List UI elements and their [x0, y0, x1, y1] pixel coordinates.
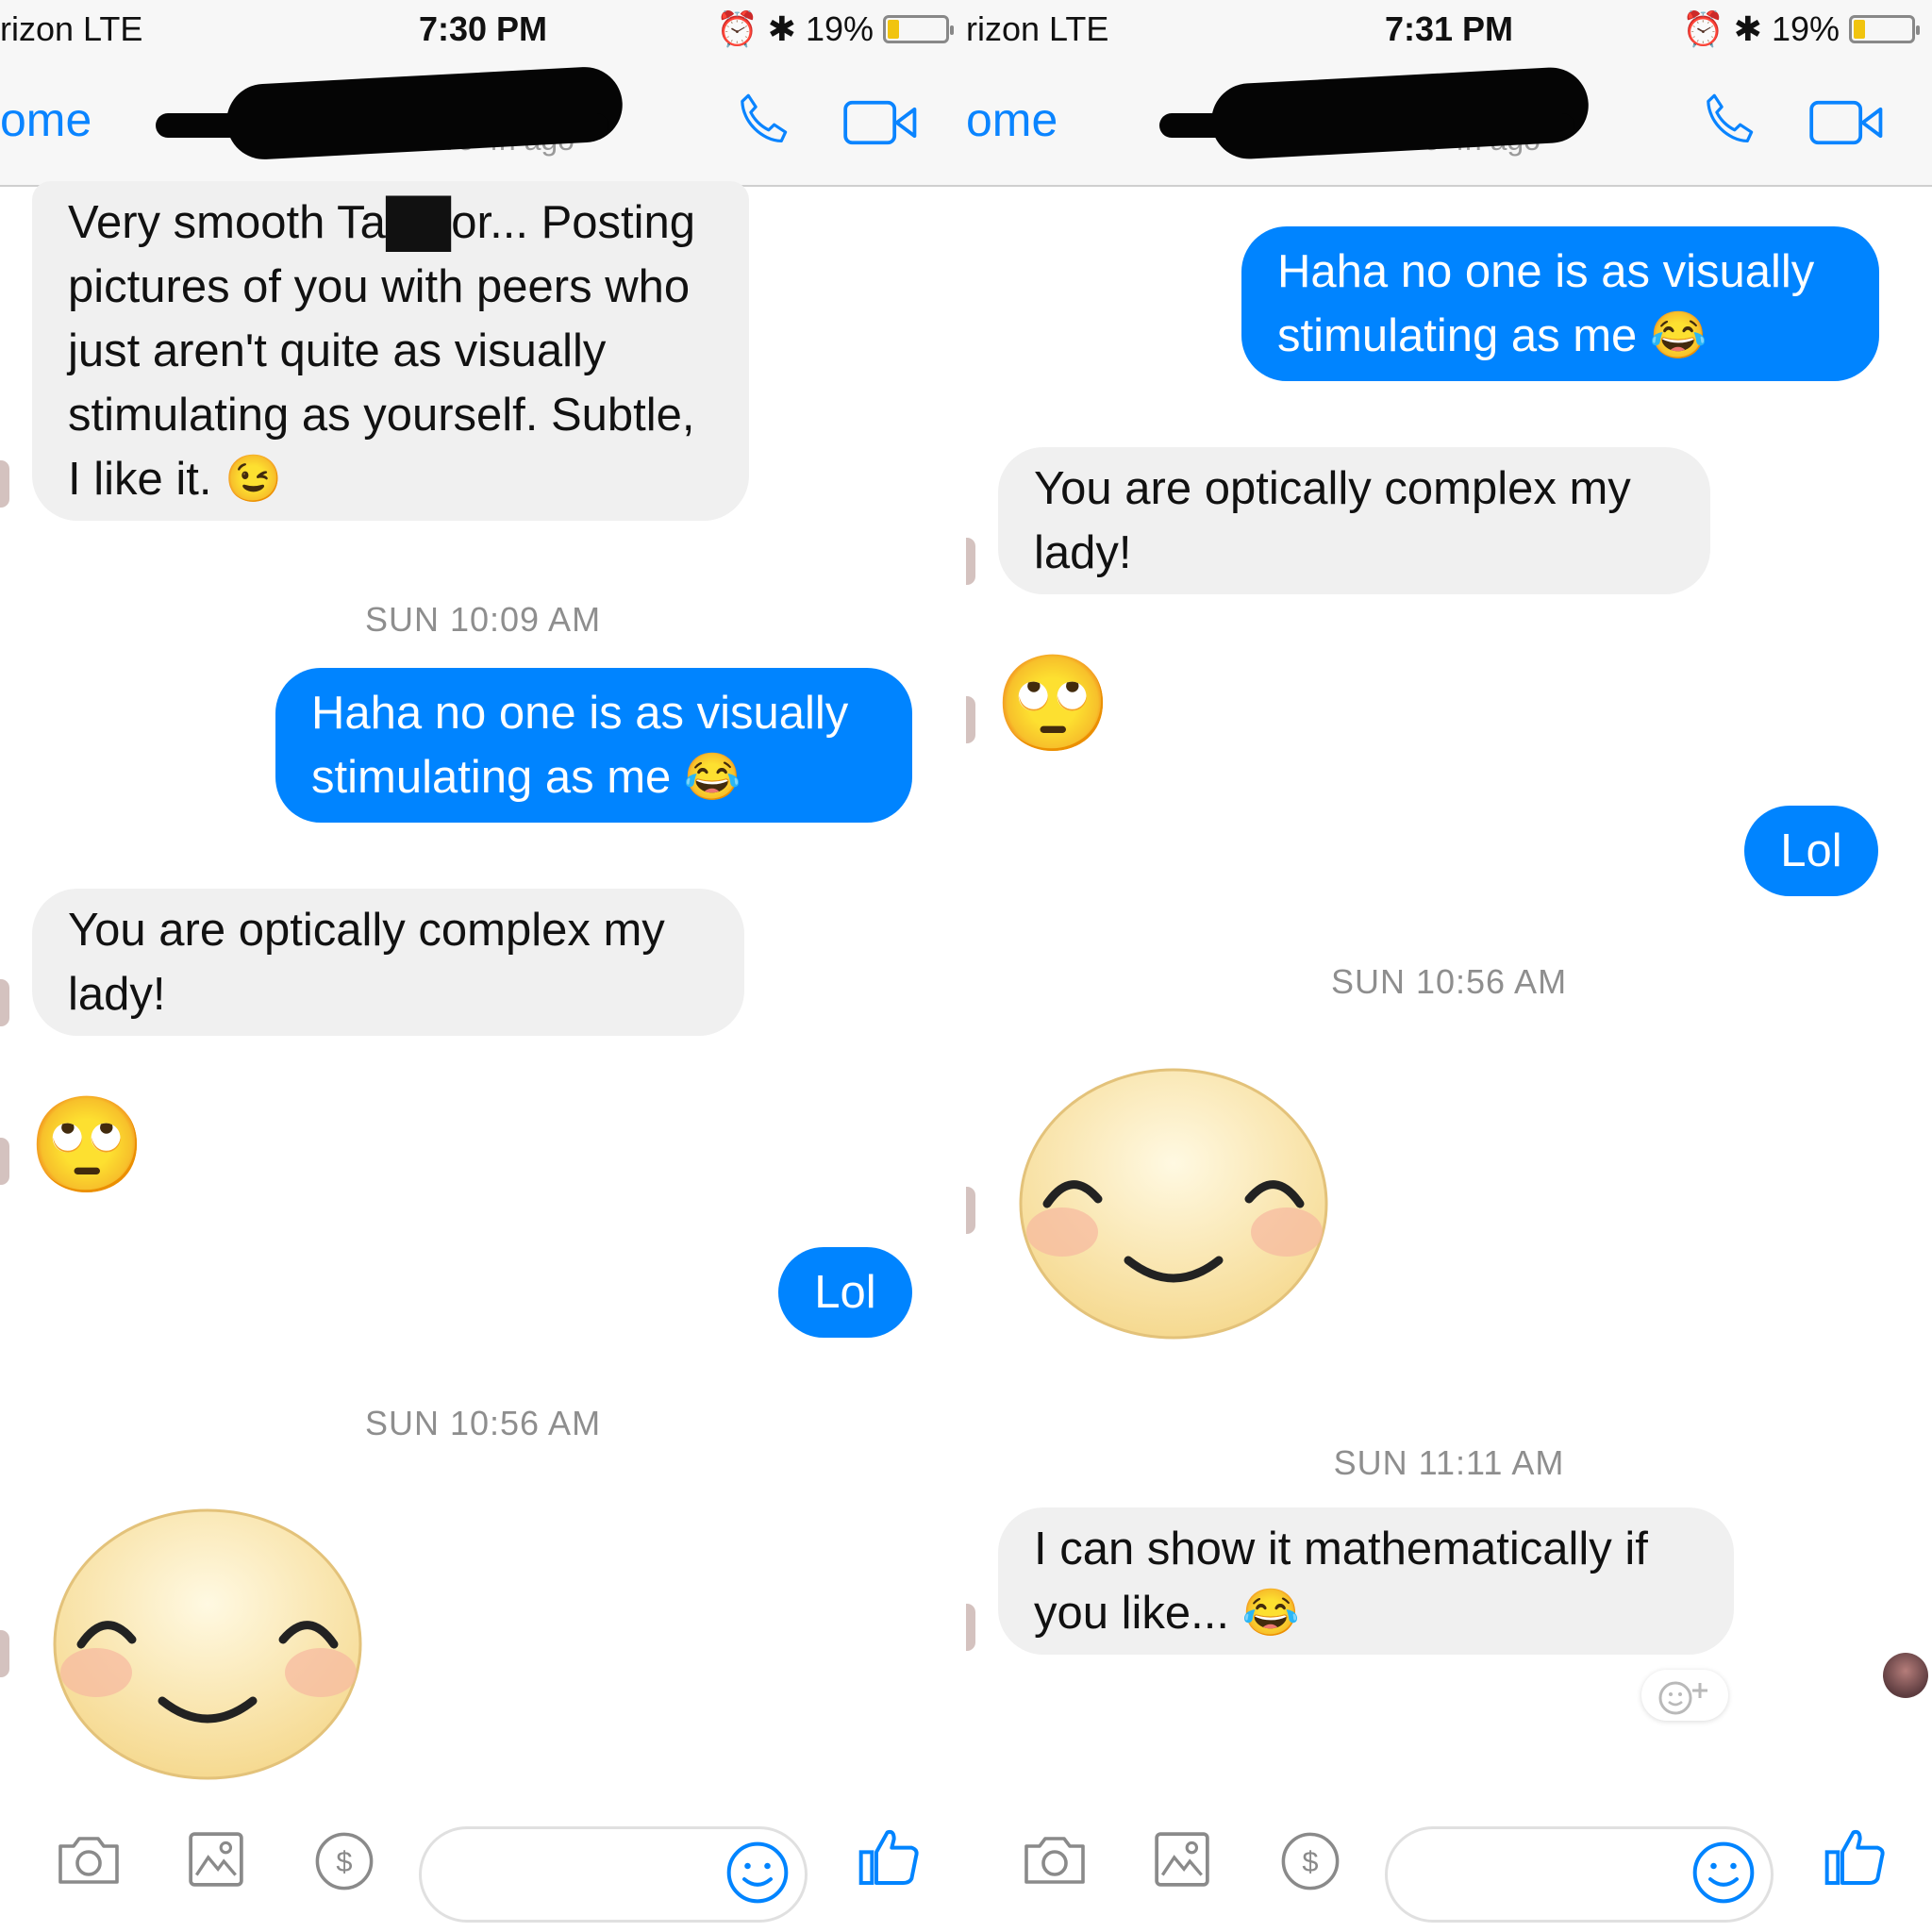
message-incoming[interactable]: Very smooth Ta██or... Posting pictures o…	[32, 181, 749, 521]
message-incoming[interactable]: I can show it mathematically if you like…	[998, 1507, 1734, 1655]
avatar	[0, 460, 9, 508]
message-outgoing[interactable]: Haha no one is as visually stimulating a…	[1241, 226, 1879, 381]
phone-call-icon[interactable]	[730, 89, 796, 155]
battery-icon	[883, 15, 954, 43]
video-call-icon[interactable]	[1807, 98, 1887, 147]
message-outgoing[interactable]: Lol	[778, 1247, 912, 1338]
avatar	[0, 1630, 9, 1677]
composer-bar: $	[966, 1781, 1932, 1932]
battery-percent: 19%	[805, 9, 874, 48]
emoji-icon[interactable]	[1690, 1840, 1757, 1906]
message-list[interactable]: Haha no one is as visually stimulating a…	[966, 187, 1932, 1781]
camera-icon[interactable]	[1021, 1830, 1089, 1889]
avatar	[966, 538, 975, 585]
composer-bar: $	[0, 1781, 966, 1932]
timestamp: SUN 10:09 AM	[364, 600, 602, 639]
avatar	[966, 1187, 975, 1234]
payment-icon[interactable]: $	[313, 1830, 375, 1892]
avatar	[966, 1604, 975, 1651]
timestamp: SUN 11:11 AM	[1333, 1443, 1565, 1482]
timestamp: SUN 10:56 AM	[364, 1404, 602, 1442]
image-icon[interactable]	[187, 1830, 245, 1889]
timestamp: SUN 10:56 AM	[1330, 962, 1568, 1001]
emoji-message[interactable]: 🙄	[28, 1089, 146, 1202]
alarm-icon: ⏰	[715, 9, 758, 48]
message-incoming[interactable]: You are optically complex my lady!	[998, 447, 1710, 594]
read-receipt-avatar	[1883, 1653, 1928, 1698]
add-reaction-button[interactable]	[1641, 1670, 1728, 1721]
status-bar: rizon LTE 7:31 PM ⏰ ✱ 19%	[966, 0, 1932, 57]
message-outgoing[interactable]: Haha no one is as visually stimulating a…	[275, 668, 912, 823]
camera-icon[interactable]	[55, 1830, 123, 1889]
video-call-icon[interactable]	[841, 98, 921, 147]
avatar	[0, 979, 9, 1026]
message-outgoing[interactable]: Lol	[1744, 806, 1878, 896]
conversation-header: ome Active 4h ago	[966, 57, 1932, 187]
battery-icon	[1849, 15, 1920, 43]
phone-call-icon[interactable]	[1696, 89, 1762, 155]
message-list[interactable]: Very smooth Ta██or... Posting pictures o…	[0, 181, 966, 1781]
blushing-sticker-icon[interactable]	[47, 1503, 368, 1786]
emoji-message[interactable]: 🙄	[994, 647, 1112, 760]
emoji-icon[interactable]	[724, 1840, 791, 1906]
svg-text:$: $	[1302, 1845, 1318, 1878]
bluetooth-icon: ✱	[1733, 9, 1762, 48]
avatar	[0, 1138, 9, 1185]
thumbs-up-icon[interactable]	[1823, 1823, 1889, 1890]
thumbs-up-icon[interactable]	[857, 1823, 923, 1890]
status-bar: rizon LTE 7:30 PM ⏰ ✱ 19%	[0, 0, 966, 57]
contact-name-redacted-scribble	[156, 113, 608, 138]
add-reaction-icon	[1658, 1681, 1707, 1715]
message-incoming[interactable]: You are optically complex my lady!	[32, 889, 744, 1036]
conversation-header: ome Active 4h ago	[0, 57, 966, 187]
image-icon[interactable]	[1153, 1830, 1211, 1889]
svg-text:$: $	[336, 1845, 352, 1878]
payment-icon[interactable]: $	[1279, 1830, 1341, 1892]
chat-panel-right: rizon LTE 7:31 PM ⏰ ✱ 19% ome Active 4h …	[966, 0, 1932, 1932]
avatar	[966, 696, 975, 743]
contact-name-redacted-scribble	[1159, 113, 1574, 138]
battery-percent: 19%	[1771, 9, 1840, 48]
chat-panel-left: rizon LTE 7:30 PM ⏰ ✱ 19% ome Active 4h …	[0, 0, 966, 1932]
bluetooth-icon: ✱	[767, 9, 796, 48]
alarm-icon: ⏰	[1681, 9, 1724, 48]
blushing-sticker-icon[interactable]	[1013, 1062, 1334, 1345]
